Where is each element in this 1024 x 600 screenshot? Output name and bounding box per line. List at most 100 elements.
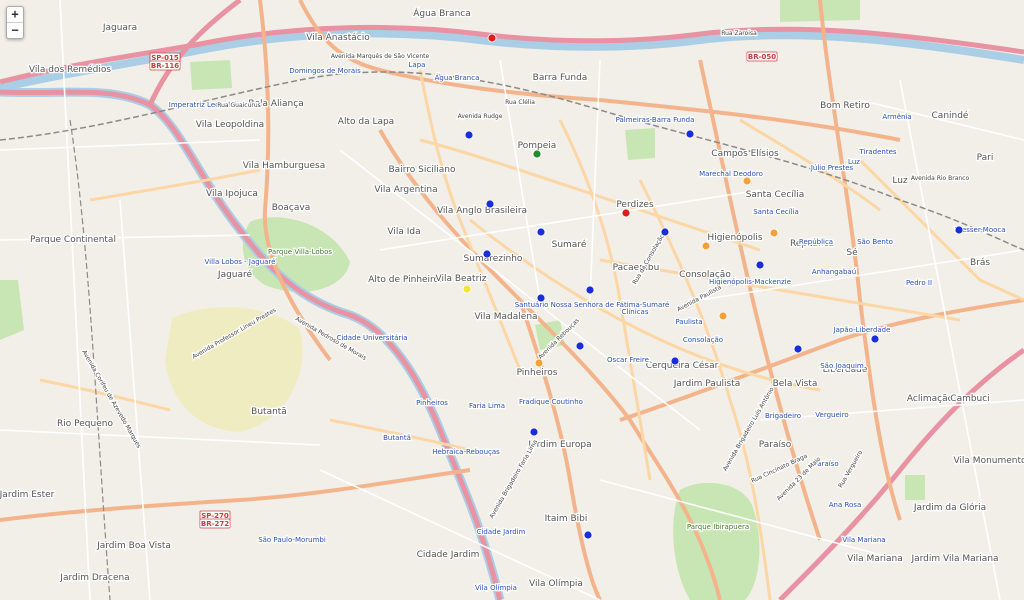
district-label: Jardim Ester: [0, 490, 55, 500]
district-label: Itaim Bibi: [545, 514, 588, 524]
district-label: Vila Beatriz: [435, 274, 486, 284]
station-label: Vergueiro: [815, 411, 848, 419]
district-label: Pompeia: [518, 141, 557, 151]
road-shield-label: BR-272: [201, 520, 229, 528]
district-label: Vila dos Remédios: [29, 64, 112, 75]
map-marker-yellow: [462, 284, 472, 294]
map-marker-blue: [485, 199, 495, 209]
district-label: Vila Hamburguesa: [243, 161, 326, 171]
zoom-in-button[interactable]: +: [7, 7, 23, 22]
district-label: Perdizes: [616, 200, 654, 210]
station-label: Tiradentes: [858, 148, 896, 156]
station-label: Ana Rosa: [829, 501, 862, 509]
station-label: Paulista: [675, 318, 702, 326]
district-label: Jaguaré: [217, 269, 253, 280]
zoom-out-button[interactable]: −: [7, 22, 23, 38]
station-label: Oscar Freire: [607, 356, 649, 364]
station-label: Vila Olímpia: [475, 584, 517, 592]
station-label: Cidade Jardim: [477, 528, 526, 536]
station-label: Lapa: [409, 61, 426, 69]
station-label: Clínicas: [622, 308, 649, 316]
station-label: Santa Cecília: [753, 208, 799, 216]
station-label: Japão-Liberdade: [833, 326, 891, 334]
district-label: Brás: [970, 258, 990, 268]
road-label: Avenida Rudge: [458, 113, 503, 120]
station-label: Consolação: [683, 336, 723, 344]
district-label: Luz: [892, 176, 908, 186]
station-label: Higienópolis-Mackenzie: [709, 278, 791, 286]
district-label: Vila Mariana: [847, 554, 903, 564]
station-label: Armênia: [882, 113, 911, 121]
station-label: São Bento: [857, 238, 893, 246]
map-marker-red: [487, 33, 497, 43]
district-label: Vila Argentina: [374, 185, 437, 195]
district-label: Parque Continental: [30, 235, 116, 245]
district-label: Vila Olímpia: [529, 579, 583, 589]
station-label: Brigadeiro: [765, 412, 801, 420]
district-label: Vila Monumento: [953, 456, 1024, 466]
district-label: Vila Anastácio: [306, 33, 370, 43]
district-label: Jardim da Glória: [913, 502, 986, 513]
map-marker-blue: [529, 427, 539, 437]
district-label: Boaçava: [272, 203, 311, 213]
map-marker-orange: [742, 176, 752, 186]
station-label: Júlio Prestes: [810, 164, 854, 172]
station-label: Cidade Universitária: [336, 334, 407, 342]
road-shield-label: BR-116: [151, 62, 179, 70]
district-label: Pinheiros: [517, 368, 558, 378]
district-label: Vila Leopoldina: [196, 120, 264, 130]
station-label: Pinheiros: [416, 399, 448, 407]
district-label: Jardim Vila Mariana: [910, 554, 998, 564]
station-label: Faria Lima: [469, 402, 505, 410]
station-label: República: [799, 238, 833, 246]
district-label: Rio Pequeno: [57, 419, 113, 429]
station-label: Domingos de Morais: [289, 67, 361, 75]
district-label: Vila Ipojuca: [206, 189, 258, 199]
station-label: São Joaquim: [820, 362, 864, 370]
map-marker-blue: [585, 285, 595, 295]
district-label: Canindé: [932, 110, 969, 121]
road-label: Rua Clélia: [505, 99, 535, 106]
district-label: Cidade Jardim: [417, 550, 480, 560]
station-label: São Paulo-Morumbi: [258, 536, 326, 544]
station-label: Vila Mariana: [842, 536, 885, 544]
station-label: Palmeiras-Barra Funda: [616, 116, 695, 124]
map-marker-orange: [769, 228, 779, 238]
map-marker-orange: [534, 358, 544, 368]
district-label: Pari: [977, 153, 994, 163]
map-marker-blue: [464, 130, 474, 140]
district-label: Alto da Lapa: [338, 117, 394, 127]
district-label: Aclimação: [907, 394, 954, 404]
map-marker-blue: [793, 344, 803, 354]
map-background: [0, 0, 1024, 600]
road-shield-label: BR-050: [748, 53, 776, 61]
map-marker-blue: [536, 293, 546, 303]
map-marker-blue: [870, 334, 880, 344]
district-label: Bom Retiro: [820, 101, 870, 111]
map-marker-blue: [755, 260, 765, 270]
map-marker-blue: [660, 227, 670, 237]
district-label: Vila Anglo Brasileira: [437, 206, 527, 216]
district-label: Pacaembu: [613, 263, 660, 273]
park-label: Parque Ibirapuera: [687, 523, 749, 531]
map-marker-blue: [670, 356, 680, 366]
map-canvas[interactable]: Jaguara Vila dos Remédios Vila Anastácio Ág…: [0, 0, 1024, 600]
station-label: Anhangabaú: [812, 268, 856, 276]
map-marker-blue: [482, 249, 492, 259]
station-label: Pedro II: [906, 279, 932, 287]
map-marker-blue: [575, 341, 585, 351]
map-marker-orange: [701, 241, 711, 251]
station-label: Hebraica-Rebouças: [432, 448, 500, 456]
station-label: Água Branca: [435, 73, 480, 82]
road-label: Rua Zaroisa: [721, 30, 757, 37]
map-marker-orange: [718, 311, 728, 321]
district-label: Vila Ida: [387, 227, 420, 237]
map-marker-blue: [685, 129, 695, 139]
green-area-cambuci: [905, 475, 925, 500]
district-label: Bairro Siciliano: [389, 165, 456, 175]
district-label: Jaguara: [102, 23, 137, 33]
road-label: Avenida Rio Branco: [911, 175, 970, 182]
green-area-north: [190, 60, 232, 90]
district-label: Santa Cecília: [746, 190, 805, 200]
district-label: Butantã: [251, 407, 287, 417]
